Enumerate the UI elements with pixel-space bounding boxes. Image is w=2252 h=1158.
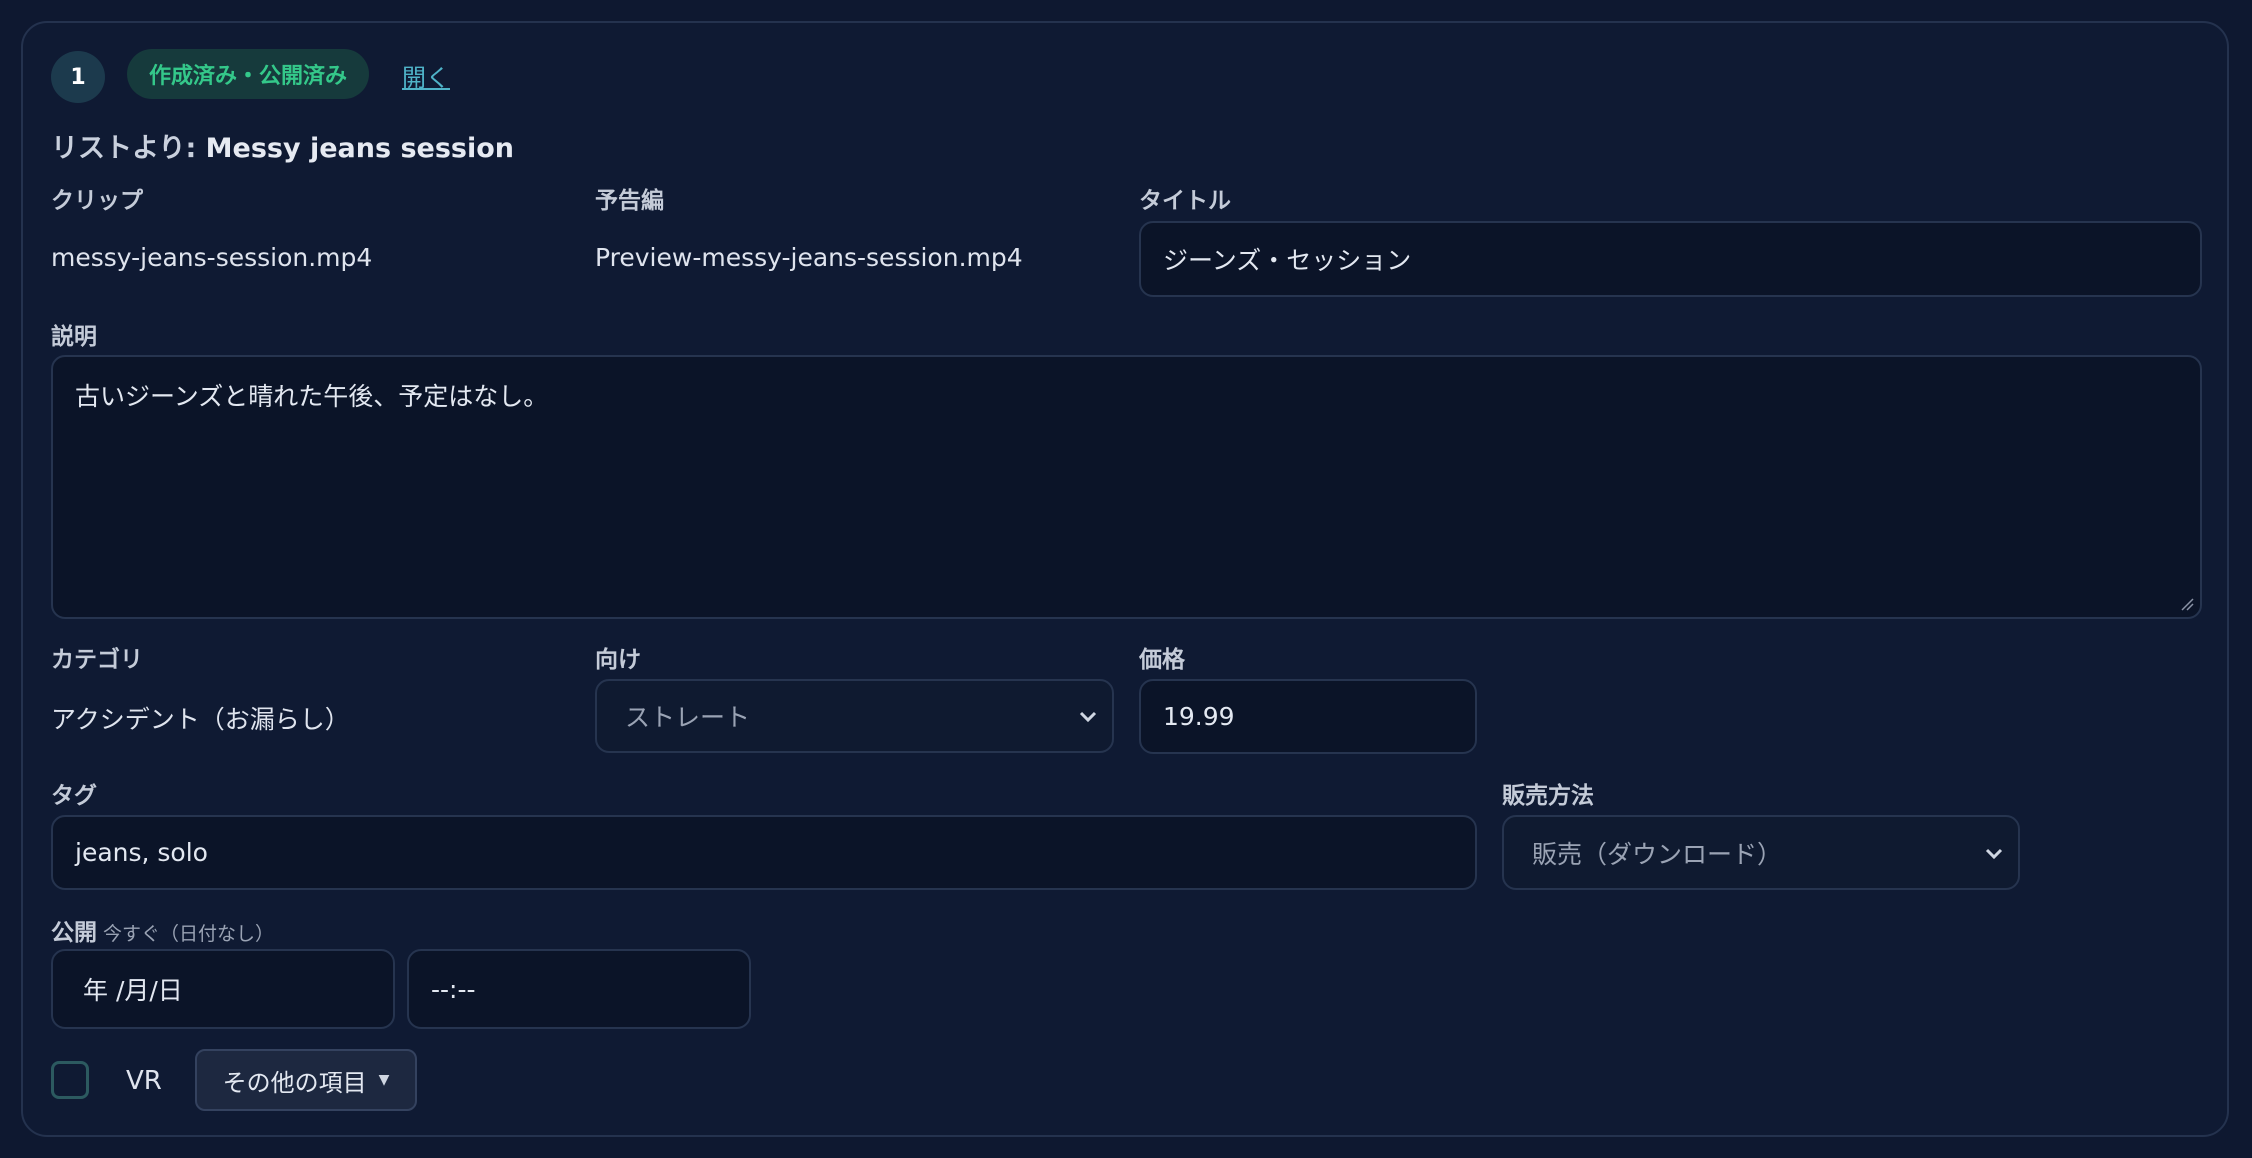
title-input-value: ジーンズ・セッション <box>1163 246 1412 275</box>
tags-value: jeans, solo <box>75 838 208 867</box>
open-link[interactable]: 開く <box>402 58 450 93</box>
description-textarea[interactable]: 古いジーンズと晴れた午後、予定はなし。 <box>51 355 2202 619</box>
source-line: リストより: Messy jeans session <box>51 126 514 165</box>
category-value: アクシデント（お漏らし） <box>51 705 350 734</box>
description-value: 古いジーンズと晴れた午後、予定はなし。 <box>75 382 549 411</box>
chevron-down-icon <box>1079 711 1097 723</box>
trailer-label: 予告編 <box>595 188 664 214</box>
description-label: 説明 <box>51 324 97 350</box>
vr-label: VR <box>126 1066 162 1096</box>
audience-select[interactable]: ストレート <box>595 679 1114 753</box>
title-label: タイトル <box>1139 188 1231 214</box>
more-fields-label: その他の項目 <box>222 1068 367 1097</box>
sales-value: 販売（ダウンロード） <box>1532 839 1783 869</box>
status-badge: 作成済み・公開済み <box>127 49 370 99</box>
publish-date-input[interactable]: 年 /月/日 <box>51 949 395 1029</box>
clip-value: messy-jeans-session.mp4 <box>51 243 373 272</box>
price-value: 19.99 <box>1163 702 1235 731</box>
resize-grip-icon[interactable] <box>2180 597 2194 611</box>
publish-label: 公開 <box>51 920 97 946</box>
publish-label-row: 公開 今すぐ（日付なし） <box>51 913 274 947</box>
tags-label: タグ <box>51 783 97 809</box>
publish-date-value: 年 /月/日 <box>83 976 183 1005</box>
category-label: カテゴリ <box>51 647 143 673</box>
more-fields-button[interactable]: その他の項目 ▼ <box>195 1049 417 1111</box>
publish-time-input[interactable]: --:-- <box>407 949 751 1029</box>
clip-label: クリップ <box>51 188 143 214</box>
caret-down-icon: ▼ <box>378 1072 390 1088</box>
title-input[interactable]: ジーンズ・セッション <box>1139 221 2202 297</box>
item-number-badge: 1 <box>51 51 105 103</box>
publish-time-value: --:-- <box>431 974 476 1004</box>
tags-input[interactable]: jeans, solo <box>51 815 1477 890</box>
source-name: Messy jeans session <box>205 133 515 164</box>
source-prefix: リストより: <box>51 133 197 164</box>
vr-checkbox[interactable] <box>51 1061 89 1099</box>
sales-method-select[interactable]: 販売（ダウンロード） <box>1502 815 2020 890</box>
audience-value: ストレート <box>625 703 751 732</box>
trailer-value: Preview-messy-jeans-session.mp4 <box>595 243 1023 272</box>
audience-label: 向け <box>595 647 641 673</box>
chevron-down-icon <box>1985 848 2003 859</box>
price-label: 価格 <box>1139 647 1185 673</box>
sales-label: 販売方法 <box>1502 783 1594 809</box>
publish-note: 今すぐ（日付なし） <box>103 923 275 945</box>
price-input[interactable]: 19.99 <box>1139 679 1477 754</box>
